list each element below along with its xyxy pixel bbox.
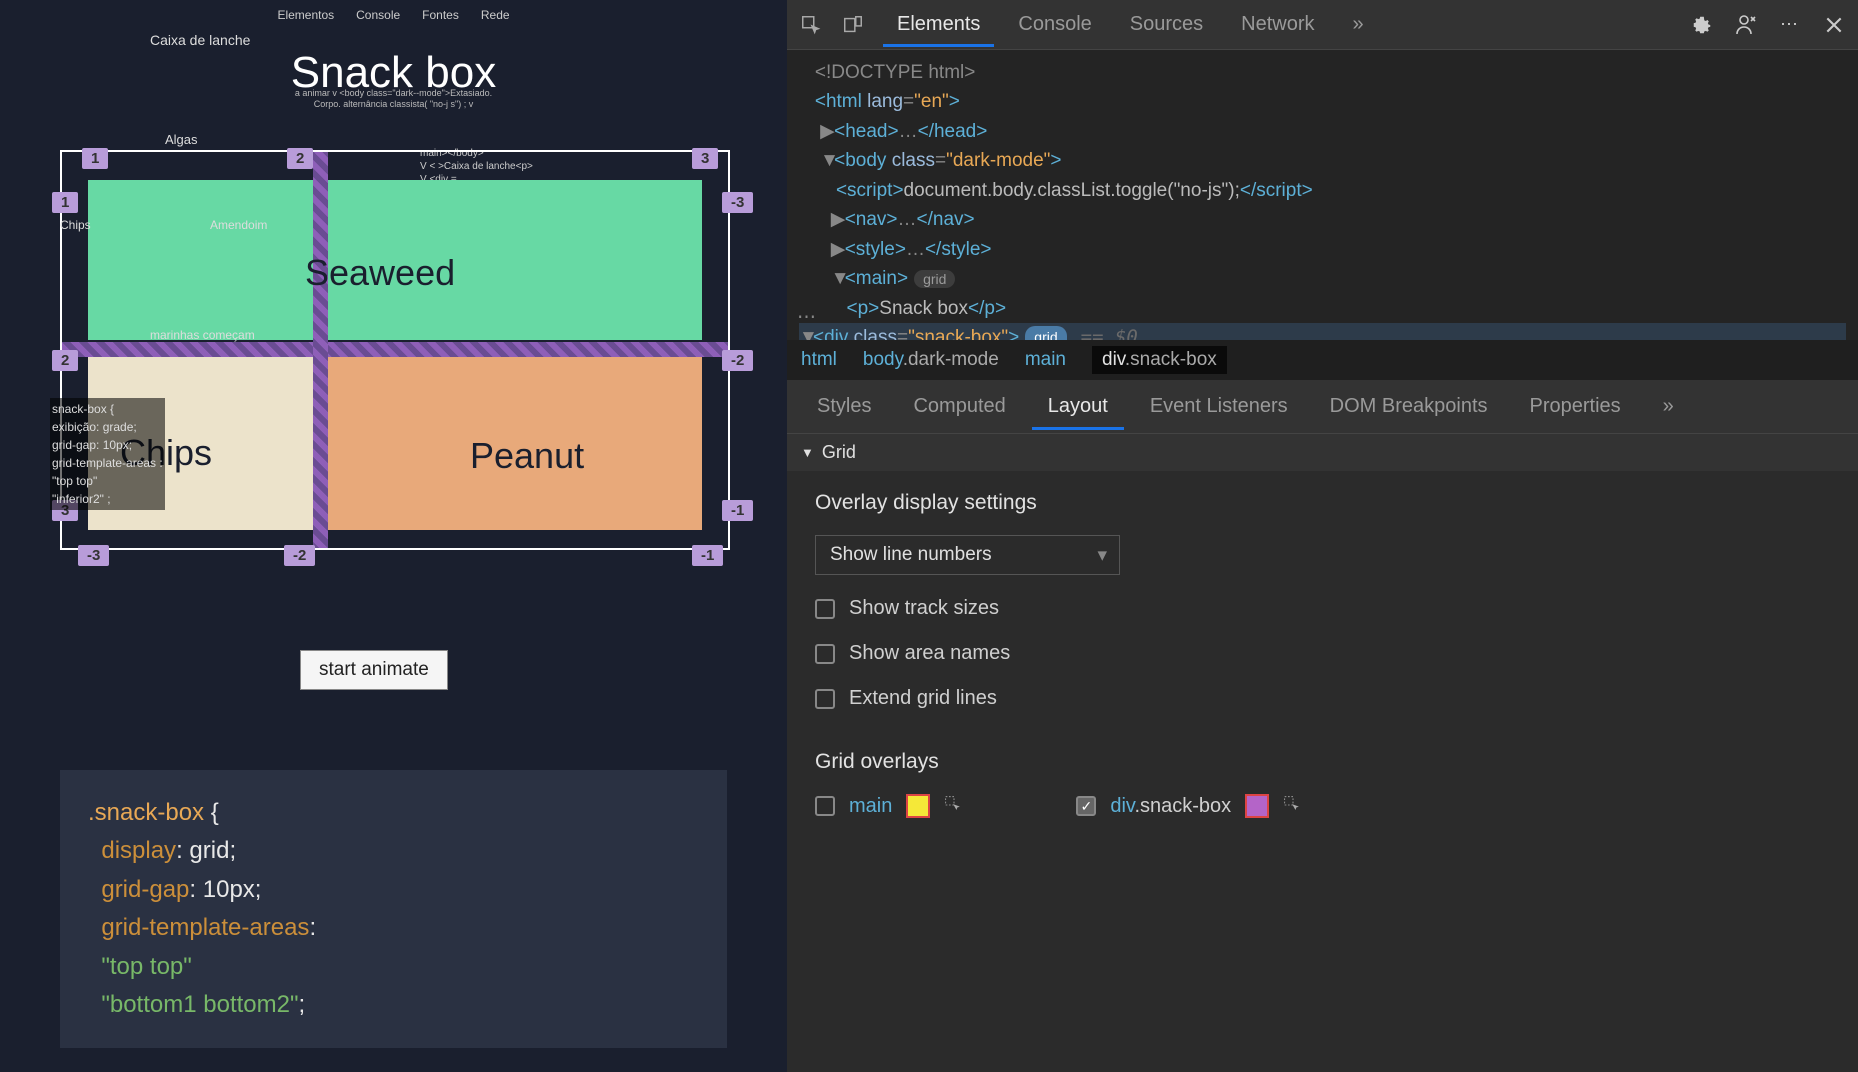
tab-console[interactable]: Console xyxy=(1004,3,1105,46)
subtab-properties[interactable]: Properties xyxy=(1514,383,1637,430)
grid-overlays-section: Grid overlays main div.snack-box xyxy=(787,730,1858,838)
inspect-element-icon[interactable] xyxy=(799,13,823,37)
title-small: Caixa de lanche xyxy=(150,32,250,48)
seaweed-item: Seaweed xyxy=(305,252,455,294)
styles-sub-tabs: Styles Computed Layout Event Listeners D… xyxy=(787,380,1858,434)
tab-more-icon[interactable]: » xyxy=(1339,3,1378,46)
overlay-check-snack-box[interactable] xyxy=(1076,796,1096,816)
subtab-styles[interactable]: Styles xyxy=(801,383,887,430)
grid-line--2-bottom: -2 xyxy=(284,545,315,566)
overlay-label-main[interactable]: main xyxy=(849,795,892,818)
nav-fontes[interactable]: Fontes xyxy=(422,8,459,22)
grid-line-3-top: 3 xyxy=(692,148,718,169)
css-hover-tooltip: snack-box { exibição: grade; grid-gap: 1… xyxy=(50,398,165,510)
subtab-event-listeners[interactable]: Event Listeners xyxy=(1134,383,1304,430)
overlay-item-main: main xyxy=(815,794,966,818)
account-icon[interactable] xyxy=(1734,13,1758,37)
grid-line--2-right: -2 xyxy=(722,350,753,371)
cursor-icon[interactable] xyxy=(1283,795,1305,817)
grid-line--3-right: -3 xyxy=(722,192,753,213)
check-track-sizes-row: Show track sizes xyxy=(815,597,1830,620)
layout-panel: ▼ Grid Overlay display settings Show lin… xyxy=(787,434,1858,1072)
devtools-right-controls: ⋯ xyxy=(1690,13,1846,37)
page-preview-pane: Elementos Console Fontes Rede Caixa de l… xyxy=(0,0,787,1072)
translated-devtools-nav: Elementos Console Fontes Rede xyxy=(0,8,787,22)
amendoim-label-small: Amendoim xyxy=(210,218,267,232)
more-vertical-icon[interactable]: ⋯ xyxy=(1778,13,1802,37)
close-icon[interactable] xyxy=(1822,13,1846,37)
grid-badge-snack-box[interactable]: grid xyxy=(1025,326,1066,340)
devtools-toolbar: Elements Console Sources Network » ⋯ xyxy=(787,0,1858,50)
grid-line--3-bottom: -3 xyxy=(78,545,109,566)
grid-line-1-left: 1 xyxy=(52,192,78,213)
check-extend-lines[interactable] xyxy=(815,689,835,709)
dom-selected-row[interactable]: ▼<div class="snack-box">grid== $0 xyxy=(799,323,1846,340)
grid-overlays-title: Grid overlays xyxy=(815,750,1830,774)
tab-sources[interactable]: Sources xyxy=(1116,3,1217,46)
dom-tree[interactable]: <!DOCTYPE html> <html lang="en"> ▶<head>… xyxy=(787,50,1858,340)
tab-elements[interactable]: Elements xyxy=(883,3,994,46)
overlay-label-snack-box[interactable]: div.snack-box xyxy=(1110,795,1231,818)
overlay-settings-title: Overlay display settings xyxy=(815,491,1830,515)
peanut-item: Peanut xyxy=(470,435,584,477)
grid-badge-main[interactable]: grid xyxy=(914,270,955,288)
subtab-dom-breakpoints[interactable]: DOM Breakpoints xyxy=(1314,383,1504,430)
grid-line-1-top: 1 xyxy=(82,148,108,169)
gear-icon[interactable] xyxy=(1690,13,1714,37)
css-code-block: .snack-box { display: grid; grid-gap: 10… xyxy=(60,770,727,1048)
chevron-down-icon: ▼ xyxy=(801,445,814,460)
grid-section-header[interactable]: ▼ Grid xyxy=(787,434,1858,471)
start-animate-button[interactable]: start animate xyxy=(300,650,448,690)
check-extend-lines-row: Extend grid lines xyxy=(815,687,1830,710)
algas-label: Algas xyxy=(165,132,198,147)
nav-console[interactable]: Console xyxy=(356,8,400,22)
cursor-icon[interactable] xyxy=(944,795,966,817)
devtools-main-tabs: Elements Console Sources Network » xyxy=(883,3,1672,46)
device-toggle-icon[interactable] xyxy=(841,13,865,37)
subtab-more-icon[interactable]: » xyxy=(1647,383,1690,430)
check-track-sizes[interactable] xyxy=(815,599,835,619)
dom-ellipsis: ⋯ xyxy=(797,303,816,332)
overlay-check-main[interactable] xyxy=(815,796,835,816)
overlay-item-snack-box: div.snack-box xyxy=(1076,794,1305,818)
overlay-display-settings: Overlay display settings Show line numbe… xyxy=(787,471,1858,730)
dom-breadcrumb: html body.dark-mode main div.snack-box xyxy=(787,340,1858,380)
breadcrumb-body[interactable]: body.dark-mode xyxy=(863,349,999,371)
chips-label-small: Chips xyxy=(60,218,91,232)
overlay-swatch-main[interactable] xyxy=(906,794,930,818)
line-numbers-select[interactable]: Show line numbers xyxy=(815,535,1120,575)
check-area-names[interactable] xyxy=(815,644,835,664)
grid-line-2-left: 2 xyxy=(52,350,78,371)
grid-line--1-bottom: -1 xyxy=(692,545,723,566)
codeish-overlay: a animar v <body class="dark--mode">Exta… xyxy=(0,88,787,110)
nav-elementos[interactable]: Elementos xyxy=(277,8,334,22)
devtools-panel: Elements Console Sources Network » ⋯ <!D… xyxy=(787,0,1858,1072)
grid-line--1-right: -1 xyxy=(722,500,753,521)
breadcrumb-html[interactable]: html xyxy=(801,349,837,371)
grid-line-2-top: 2 xyxy=(287,148,313,169)
breadcrumb-main[interactable]: main xyxy=(1025,349,1066,371)
nav-rede[interactable]: Rede xyxy=(481,8,510,22)
subtab-computed[interactable]: Computed xyxy=(897,383,1021,430)
marinhas-label: marinhas começam xyxy=(150,328,255,342)
tab-network[interactable]: Network xyxy=(1227,3,1328,46)
check-area-names-row: Show area names xyxy=(815,642,1830,665)
breadcrumb-div-snack-box[interactable]: div.snack-box xyxy=(1092,346,1227,374)
subtab-layout[interactable]: Layout xyxy=(1032,383,1124,430)
overlay-swatch-snack-box[interactable] xyxy=(1245,794,1269,818)
